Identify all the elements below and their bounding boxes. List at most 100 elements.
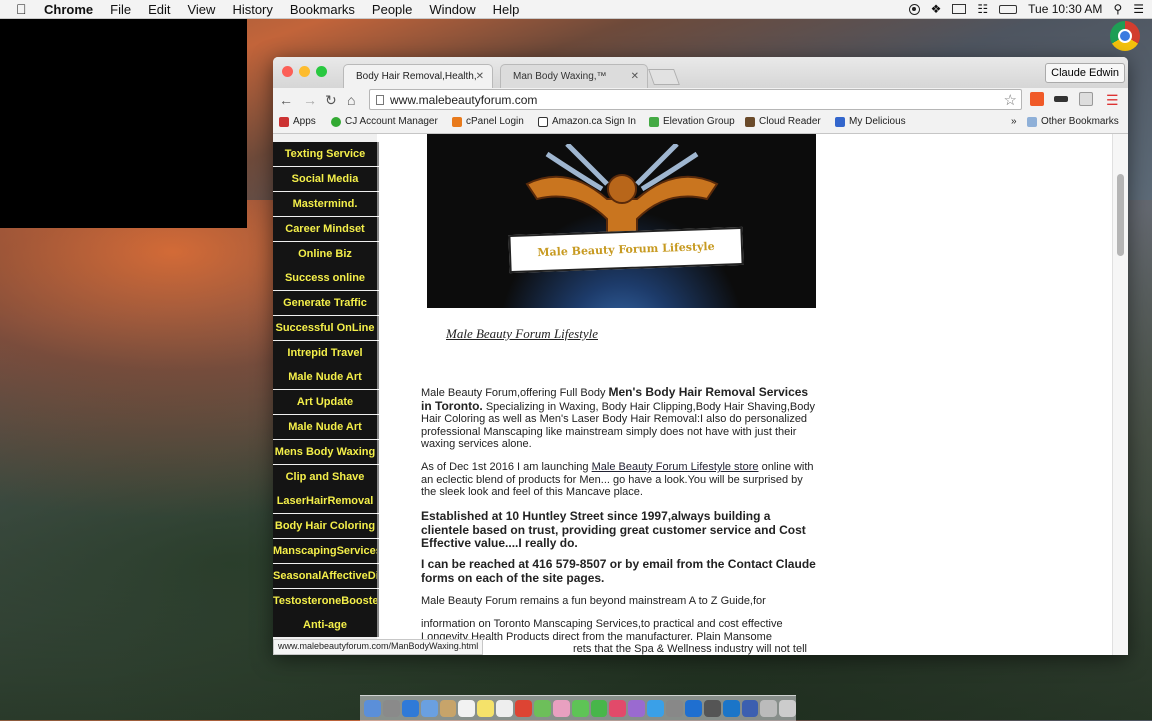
close-window-icon[interactable] — [282, 66, 293, 77]
facetime-icon[interactable] — [590, 700, 608, 717]
sidebar-item-testosterone-booster[interactable]: TestosteroneBooste — [273, 589, 379, 613]
spotlight-search-icon[interactable]: ⚲ — [1113, 2, 1122, 16]
extension-box-icon[interactable] — [1079, 92, 1093, 106]
extension-glasses-icon[interactable] — [1054, 96, 1068, 102]
chrome-app-icon[interactable] — [1110, 21, 1140, 51]
chrome-menu-icon[interactable]: ☰ — [1106, 92, 1119, 109]
bookmark-apps[interactable]: Apps — [279, 116, 316, 127]
wifi-icon[interactable]: ☷ — [977, 2, 988, 16]
back-arrow-icon[interactable]: ← — [279, 92, 293, 108]
system-preferences-icon[interactable] — [666, 700, 683, 717]
bookmark-cj-account-manager[interactable]: CJ Account Manager — [331, 116, 438, 127]
menu-people[interactable]: People — [372, 2, 412, 17]
finder-icon[interactable] — [364, 700, 381, 717]
sidebar-item-online-biz[interactable]: Online Biz — [273, 242, 379, 266]
address-bar[interactable]: www.malebeautyforum.com ☆ — [369, 89, 1022, 110]
other-bookmarks[interactable]: Other Bookmarks — [1027, 116, 1119, 127]
battery-icon[interactable] — [999, 4, 1018, 14]
tab-close-icon[interactable]: ✕ — [631, 71, 639, 82]
chrome-dock-icon[interactable] — [515, 700, 532, 717]
menubar-status-area: ❖ ☷ Tue 10:30 AM ⚲ ☰ — [908, 0, 1144, 18]
page-scrollbar[interactable] — [1112, 134, 1128, 655]
sidebar-item-clip-and-shave[interactable]: Clip and Shave — [273, 465, 379, 489]
sidebar-item-mastermind[interactable]: Mastermind. — [273, 192, 379, 216]
app-store-icon[interactable] — [647, 700, 664, 717]
sidebar-item-seasonal-affective[interactable]: SeasonalAffectiveDi — [273, 564, 379, 588]
notification-center-icon[interactable]: ☰ — [1133, 2, 1144, 16]
contact-text: I can be reached at 416 579-8507 or by e… — [421, 557, 816, 585]
profile-button[interactable]: Claude Edwin — [1045, 63, 1125, 83]
sidebar-item-intrepid-travel[interactable]: Intrepid Travel — [273, 341, 379, 365]
menu-bookmarks[interactable]: Bookmarks — [290, 2, 355, 17]
sidebar-item-body-hair-coloring[interactable]: Body Hair Coloring — [273, 514, 379, 538]
dropbox-icon[interactable]: ❖ — [931, 2, 942, 16]
bookmark-cloud-reader[interactable]: Cloud Reader — [745, 116, 821, 127]
sidebar-item-art-update[interactable]: Art Update — [273, 390, 379, 414]
airplay-icon[interactable] — [952, 4, 967, 14]
sidebar-item-successful-online[interactable]: Successful OnLine — [273, 316, 379, 340]
teamviewer-icon[interactable] — [722, 700, 740, 717]
store-link[interactable]: Male Beauty Forum Lifestyle store — [592, 461, 759, 473]
bookmark-my-delicious[interactable]: My Delicious — [835, 116, 906, 127]
calendar-icon[interactable] — [458, 700, 476, 717]
sidebar-item-male-nude-art[interactable]: Male Nude Art — [273, 365, 379, 389]
sidebar-item-texting-service[interactable]: Texting Service — [273, 142, 379, 166]
itunes-icon[interactable] — [609, 700, 627, 717]
record-icon[interactable] — [908, 3, 920, 15]
bookmark-star-icon[interactable]: ☆ — [1004, 91, 1017, 109]
kindle-icon — [745, 116, 755, 127]
sidebar-item-social-media[interactable]: Social Media — [273, 167, 379, 191]
lifestyle-caption-link[interactable]: Male Beauty Forum Lifestyle — [446, 326, 598, 342]
bookmark-elevation-group[interactable]: Elevation Group — [649, 116, 735, 127]
sidebar-item-success-online[interactable]: Success online — [273, 266, 379, 290]
menu-app-name[interactable]: Chrome — [44, 2, 93, 17]
bookmarks-overflow-chevron-icon[interactable]: » — [1011, 116, 1017, 127]
bookmark-amazon-sign-in[interactable]: Amazon.ca Sign In — [538, 116, 636, 127]
trash-icon[interactable] — [779, 700, 797, 717]
photos-icon[interactable] — [552, 700, 570, 717]
sidebar-item-mens-body-waxing[interactable]: Mens Body Waxing — [273, 440, 379, 464]
safari-icon[interactable] — [401, 700, 419, 717]
menu-edit[interactable]: Edit — [148, 2, 170, 17]
new-tab-button[interactable] — [648, 69, 680, 85]
zoom-window-icon[interactable] — [316, 66, 327, 77]
tail-text: rets that the Spa & Wellness industry wi… — [573, 643, 807, 655]
intro-text: Male Beauty Forum,offering Full Body — [421, 387, 609, 399]
extension-plus-icon[interactable] — [1030, 92, 1044, 106]
notes-icon[interactable] — [477, 700, 495, 717]
sidebar-item-career-mindset[interactable]: Career Mindset — [273, 217, 379, 241]
sidebar-item-laser-hair-removal[interactable]: LaserHairRemoval — [273, 489, 379, 513]
apple-icon[interactable]:  — [16, 1, 30, 17]
minimize-window-icon[interactable] — [299, 66, 310, 77]
contacts-icon[interactable] — [439, 700, 457, 717]
tab-close-icon[interactable]: ✕ — [476, 71, 484, 82]
menu-window[interactable]: Window — [429, 2, 475, 17]
bookmark-cpanel-login[interactable]: cPanel Login — [452, 116, 524, 127]
forward-arrow-icon[interactable]: → — [303, 92, 317, 108]
menu-file[interactable]: File — [110, 2, 131, 17]
menu-help[interactable]: Help — [493, 2, 520, 17]
messages-icon[interactable] — [571, 700, 589, 717]
reload-icon[interactable]: ↻ — [325, 92, 337, 109]
zoom-app-icon[interactable] — [684, 700, 702, 717]
launchpad-icon[interactable] — [382, 700, 400, 717]
menu-history[interactable]: History — [232, 2, 272, 17]
apps-grid-icon — [279, 116, 289, 127]
ibooks-icon[interactable] — [628, 700, 646, 717]
scrollbar-thumb[interactable] — [1117, 174, 1124, 256]
sidebar-item-anti-age[interactable]: Anti-age — [273, 613, 379, 637]
sidebar-item-male-nude-art-2[interactable]: Male Nude Art — [273, 415, 379, 439]
sidebar-item-generate-traffic[interactable]: Generate Traffic — [273, 291, 379, 315]
dock-app-icon[interactable] — [741, 700, 759, 717]
sidebar-item-manscaping-services[interactable]: ManscapingServices — [273, 539, 379, 563]
menubar-clock[interactable]: Tue 10:30 AM — [1028, 2, 1102, 16]
tab-active[interactable]: Body Hair Removal,Health, ✕ — [343, 64, 493, 88]
quicktime-icon[interactable] — [703, 700, 721, 717]
menu-view[interactable]: View — [187, 2, 215, 17]
tab-inactive[interactable]: Man Body Waxing,™ ✕ — [500, 64, 648, 88]
home-icon[interactable]: ⌂ — [347, 92, 355, 108]
downloads-icon[interactable] — [760, 700, 778, 717]
reminders-icon[interactable] — [496, 700, 513, 717]
mail-icon[interactable] — [420, 700, 438, 717]
maps-icon[interactable] — [533, 700, 551, 717]
